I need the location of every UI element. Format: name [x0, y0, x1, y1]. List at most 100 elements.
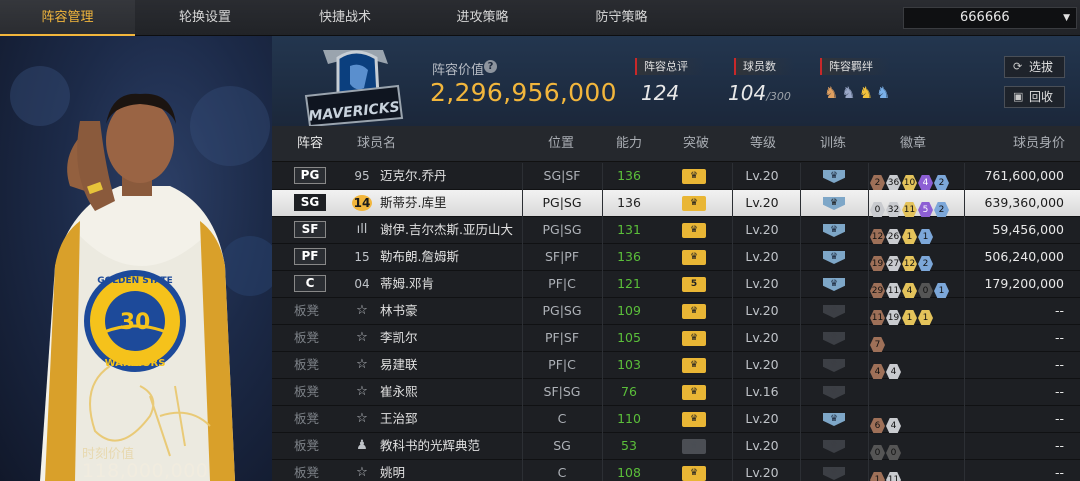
player-position: PG|SG: [542, 303, 582, 318]
player-name[interactable]: 勒布朗.詹姆斯: [380, 244, 459, 270]
column-level[interactable]: 等级: [750, 126, 776, 162]
column-breakthrough[interactable]: 突破: [683, 126, 709, 162]
player-card[interactable]: GOLDEN STATE 30 WARRIORS 时刻价值 118,000,00…: [0, 36, 272, 481]
breakthrough-crown-icon[interactable]: ♛: [682, 304, 706, 319]
player-level: Lv.20: [745, 357, 779, 372]
breakthrough-crown-icon[interactable]: ♛: [682, 223, 706, 238]
table-row[interactable]: 板凳 ☆ 李凯尔 PF|SF 105 ♛ Lv.20 ♛ 7 --: [272, 325, 1080, 353]
draft-button[interactable]: ⟳ 选拔: [1004, 56, 1065, 78]
team-select[interactable]: 666666 ▼: [903, 7, 1077, 29]
player-level: Lv.20: [745, 303, 779, 318]
badge-list[interactable]: 11 19 1 1: [870, 303, 934, 326]
column-badges[interactable]: 徽章: [900, 126, 926, 162]
training-shield-icon[interactable]: ♛: [823, 467, 845, 480]
badge-list[interactable]: 2 36 10 4 2: [870, 168, 950, 191]
training-shield-icon[interactable]: ♛: [823, 305, 845, 318]
breakthrough-crown-icon[interactable]: ♛: [682, 439, 706, 454]
column-salary[interactable]: 球员身价: [1013, 126, 1065, 162]
player-name[interactable]: 斯蒂芬.库里: [380, 190, 446, 216]
breakthrough-crown-icon[interactable]: ♛: [682, 358, 706, 373]
badge-hex-icon: 11: [886, 283, 901, 299]
column-position[interactable]: 位置: [548, 126, 574, 162]
table-row[interactable]: 板凳 ☆ 姚明 C 108 ♛ Lv.20 ♛ 1 11 --: [272, 460, 1080, 481]
help-icon[interactable]: ?: [484, 60, 497, 73]
training-shield-icon[interactable]: ♛: [823, 170, 845, 183]
bond-group-icon[interactable]: ♞: [859, 83, 876, 102]
badge-hex-icon: 26: [886, 229, 901, 245]
bond-group-icon[interactable]: ♞: [876, 83, 893, 102]
player-name[interactable]: 谢伊.吉尔杰斯.亚历山大: [380, 217, 513, 243]
player-name[interactable]: 易建联: [380, 352, 418, 378]
column-divider: [964, 325, 965, 352]
table-row[interactable]: 板凳 ☆ 易建联 PF|C 103 ♛ Lv.20 ♛ 4 4 --: [272, 352, 1080, 380]
table-row[interactable]: 板凳 ☆ 王治郅 C 110 ♛ Lv.20 ♛ 6 4 --: [272, 406, 1080, 434]
bond-group-icon[interactable]: ♞: [824, 83, 841, 102]
tab-offense[interactable]: 进攻策略: [415, 0, 550, 36]
training-shield-icon[interactable]: ♛: [823, 440, 845, 453]
table-row[interactable]: 板凳 ☆ 崔永熙 SF|SG 76 ♛ Lv.16 ♛ --: [272, 379, 1080, 406]
column-slot[interactable]: 阵容: [297, 126, 323, 162]
breakthrough-crown-icon[interactable]: ♛: [682, 169, 706, 184]
breakthrough-crown-icon[interactable]: ♛: [682, 412, 706, 427]
recycle-button[interactable]: ▣ 回收: [1004, 86, 1065, 108]
training-shield-icon[interactable]: ♛: [823, 359, 845, 372]
column-training[interactable]: 训练: [820, 126, 846, 162]
badge-list[interactable]: 29 11 4 0 1: [870, 276, 950, 299]
badge-list[interactable]: 44: [870, 357, 902, 380]
table-row[interactable]: 板凳 ♟ 教科书的光辉典范 SG 53 ♛ Lv.20 ♛ 0 0 --: [272, 433, 1080, 461]
training-shield-icon[interactable]: ♛: [823, 251, 845, 264]
badge-hex-icon: 36: [886, 175, 901, 191]
badge-list[interactable]: 0 32 11 5 2: [870, 195, 950, 218]
player-name[interactable]: 崔永熙: [380, 379, 418, 405]
training-shield-icon[interactable]: ♛: [823, 413, 845, 426]
breakthrough-crown-icon[interactable]: ♛: [682, 331, 706, 346]
training-shield-icon[interactable]: ♛: [823, 278, 845, 291]
table-row[interactable]: SF ıll 谢伊.吉尔杰斯.亚历山大 PG|SG 131 ♛ Lv.20 ♛ 12 26 1 1 59…: [272, 217, 1080, 245]
player-name[interactable]: 迈克尔.乔丹: [380, 163, 446, 189]
player-tag-icon: ☆: [356, 384, 368, 399]
table-row[interactable]: 板凳 ☆ 林书豪 PG|SG 109 ♛ Lv.20 ♛ 11 19 1 1 --: [272, 298, 1080, 326]
table-row[interactable]: C 04 蒂姆.邓肯 PF|C 121 5 Lv.20 ♛ 29 11 4 0 1 179,200,000: [272, 271, 1080, 299]
slot-label: 板凳: [294, 384, 320, 399]
column-name[interactable]: 球员名: [357, 126, 396, 162]
player-name[interactable]: 姚明: [380, 460, 405, 481]
training-shield-icon[interactable]: ♛: [823, 332, 845, 345]
player-name[interactable]: 王治郅: [380, 406, 418, 432]
player-name[interactable]: 蒂姆.邓肯: [380, 271, 434, 297]
player-ability: 103: [617, 357, 641, 372]
badge-list[interactable]: 00: [870, 438, 902, 461]
bond-group-icon[interactable]: ♞: [841, 83, 858, 102]
badge-list[interactable]: 1 11: [870, 465, 902, 481]
bond-icons[interactable]: ♞♞♞♞: [824, 83, 893, 102]
column-divider: [964, 190, 965, 217]
player-name[interactable]: 李凯尔: [380, 325, 418, 351]
breakthrough-crown-icon[interactable]: 5: [682, 277, 706, 292]
badge-list[interactable]: 7: [870, 330, 886, 353]
breakthrough-crown-icon[interactable]: ♛: [682, 196, 706, 211]
breakthrough-crown-icon[interactable]: ♛: [682, 250, 706, 265]
tab-lineup[interactable]: 阵容管理: [0, 0, 135, 36]
column-divider: [800, 325, 801, 352]
badge-list[interactable]: 12 26 1 1: [870, 222, 934, 245]
player-name[interactable]: 教科书的光辉典范: [380, 433, 480, 459]
column-divider: [868, 190, 869, 217]
training-shield-icon[interactable]: ♛: [823, 197, 845, 210]
badge-list[interactable]: 19 27 12 2: [870, 249, 934, 272]
breakthrough-crown-icon[interactable]: ♛: [682, 466, 706, 481]
training-shield-icon[interactable]: ♛: [823, 386, 845, 399]
training-shield-icon[interactable]: ♛: [823, 224, 845, 237]
table-row[interactable]: SG 14 斯蒂芬.库里 PG|SG 136 ♛ Lv.20 ♛ 0 32 11 5 2 639,360,…: [272, 190, 1080, 218]
tab-quick-tactics[interactable]: 快捷战术: [275, 0, 415, 36]
column-ability[interactable]: 能力: [616, 126, 642, 162]
column-divider: [964, 217, 965, 244]
player-position: PG|SG: [542, 195, 582, 210]
tab-rotation[interactable]: 轮换设置: [135, 0, 275, 36]
player-name[interactable]: 林书豪: [380, 298, 418, 324]
column-divider: [868, 460, 869, 481]
table-row[interactable]: PF 15 勒布朗.詹姆斯 SF|PF 136 ♛ Lv.20 ♛ 19 27 12 2 506,240…: [272, 244, 1080, 272]
badge-list[interactable]: 64: [870, 411, 902, 434]
column-divider: [800, 433, 801, 460]
tab-defense[interactable]: 防守策略: [550, 0, 693, 36]
breakthrough-crown-icon[interactable]: ♛: [682, 385, 706, 400]
table-row[interactable]: PG 95 迈克尔.乔丹 SG|SF 136 ♛ Lv.20 ♛ 2 36 10 4 2 761,600,…: [272, 163, 1080, 191]
